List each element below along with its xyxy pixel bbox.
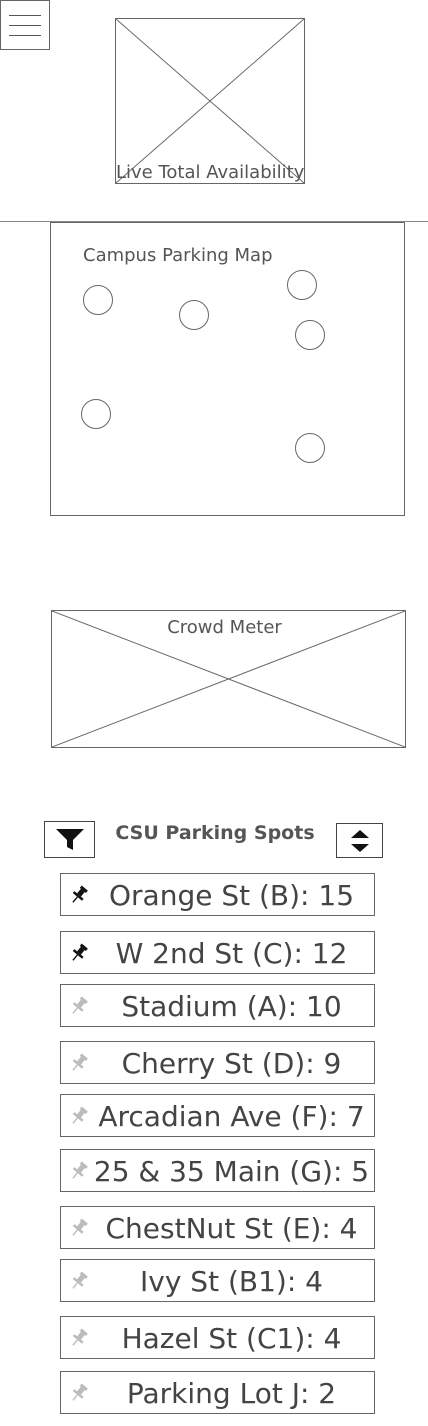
unpinned-icon[interactable]: [68, 1327, 90, 1349]
parking-spot-item[interactable]: 25 & 35 Main (G): 5: [60, 1149, 375, 1192]
parking-spot-item[interactable]: Ivy St (B1): 4: [60, 1259, 375, 1302]
parking-spot-item[interactable]: Stadium (A): 10: [60, 984, 375, 1027]
map-marker-icon[interactable]: [287, 270, 317, 300]
map-marker-icon[interactable]: [83, 285, 113, 315]
parking-spot-label: Ivy St (B1): 4: [140, 1265, 323, 1298]
unpinned-icon[interactable]: [68, 1382, 90, 1404]
image-placeholder-icon: [116, 19, 304, 183]
sort-button[interactable]: [336, 823, 383, 858]
filter-icon: [55, 828, 84, 850]
unpinned-icon[interactable]: [68, 1270, 90, 1292]
campus-parking-map[interactable]: Campus Parking Map: [50, 222, 405, 516]
map-marker-icon[interactable]: [295, 320, 325, 350]
parking-spot-item[interactable]: ChestNut St (E): 4: [60, 1206, 375, 1249]
map-title: Campus Parking Map: [83, 245, 273, 266]
unpinned-icon[interactable]: [68, 1105, 90, 1127]
parking-spot-label: Hazel St (C1): 4: [121, 1322, 342, 1355]
map-marker-icon[interactable]: [179, 300, 209, 330]
parking-spot-item[interactable]: Cherry St (D): 9: [60, 1041, 375, 1084]
parking-list-title: CSU Parking Spots: [115, 822, 315, 844]
parking-spot-label: Arcadian Ave (F): 7: [98, 1100, 365, 1133]
menu-button[interactable]: [0, 0, 50, 50]
crowd-meter-label: Crowd Meter: [167, 617, 282, 638]
parking-spot-item[interactable]: Parking Lot J: 2: [60, 1371, 375, 1414]
parking-spot-label: ChestNut St (E): 4: [105, 1212, 358, 1245]
map-marker-icon[interactable]: [295, 433, 325, 463]
hamburger-icon: [9, 15, 41, 16]
pinned-icon[interactable]: [68, 942, 90, 964]
parking-spot-label: Cherry St (D): 9: [121, 1047, 342, 1080]
parking-spot-label: 25 & 35 Main (G): 5: [93, 1155, 370, 1188]
unpinned-icon[interactable]: [68, 995, 90, 1017]
unpinned-icon[interactable]: [68, 1160, 90, 1182]
hamburger-icon-bar: [9, 25, 41, 26]
hamburger-icon-bar: [9, 35, 41, 36]
parking-spot-label: W 2nd St (C): 12: [115, 937, 348, 970]
parking-spot-item[interactable]: Arcadian Ave (F): 7: [60, 1094, 375, 1137]
sort-icon: [350, 829, 369, 852]
parking-spot-label: Stadium (A): 10: [121, 990, 342, 1023]
parking-spot-item[interactable]: W 2nd St (C): 12: [60, 931, 375, 974]
unpinned-icon[interactable]: [68, 1052, 90, 1074]
parking-spot-label: Parking Lot J: 2: [126, 1377, 337, 1410]
filter-button[interactable]: [44, 821, 95, 858]
map-marker-icon[interactable]: [81, 399, 111, 429]
crowd-meter-widget: Crowd Meter: [51, 610, 406, 748]
live-total-availability-widget: Live Total Availability: [115, 18, 305, 184]
live-total-availability-label: Live Total Availability: [116, 162, 305, 183]
unpinned-icon[interactable]: [68, 1217, 90, 1239]
parking-spot-item[interactable]: Orange St (B): 15: [60, 873, 375, 916]
pinned-icon[interactable]: [68, 884, 90, 906]
parking-spot-label: Orange St (B): 15: [108, 879, 355, 912]
parking-spot-item[interactable]: Hazel St (C1): 4: [60, 1316, 375, 1359]
